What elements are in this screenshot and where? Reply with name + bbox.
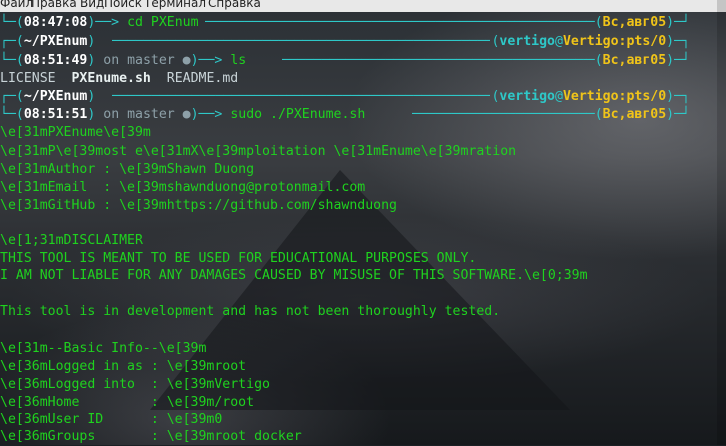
prompt-userhost-2: (vertigo@Vertigo:pts/0)─┐: [491, 34, 690, 49]
prompt-date: Вс,авг05: [602, 107, 667, 122]
prompt-userhost-3: (vertigo@Vertigo:pts/0)─┐: [491, 89, 690, 104]
ls-output: LICENSE PXEnume.sh README.md: [0, 69, 238, 88]
prompt-dir: ~/PXEnum: [23, 34, 88, 49]
prompt-time: 08:51:51: [23, 107, 88, 122]
output-line: \e[31m--Basic Info--\e[39m: [0, 341, 207, 356]
prompt-header-2: ┌─(~/PXEnum): [0, 34, 96, 49]
terminal-output-area[interactable]: └─(08:47:08)──> cd PXEnum ──────────────…: [0, 0, 726, 445]
prompt-fill: ────────────────────────────────────────…: [112, 34, 490, 49]
prompt-dir: ~/PXEnum: [23, 89, 88, 104]
git-branch-status: on master ●: [103, 107, 191, 122]
prompt-line-1: └─(08:47:08)──> cd PXEnum: [0, 15, 199, 30]
prompt-time: 08:51:49: [23, 53, 88, 68]
prompt-fill: ────────────────────────────────────────…: [205, 15, 587, 30]
prompt-command: cd PXEnum: [127, 15, 199, 30]
prompt-line-3: └─(08:51:51) on master ●)──> sudo ./PXEn…: [0, 107, 366, 122]
file-license: LICENSE: [0, 71, 56, 86]
prompt-header-3: ┌─(~/PXEnum): [0, 89, 96, 104]
output-line: \e[31mEmail : \e[39mshawnduong@protonmai…: [0, 180, 366, 195]
prompt-date-2: ─(Вс,авг05)─┘: [586, 53, 690, 68]
prompt-fill: ────────────────────────────────────────…: [112, 89, 490, 104]
output-line: \e[1;31mDISCLAIMER: [0, 233, 143, 248]
output-line: \e[31mP\e[39most e\e[31mX\e[39mploitatio…: [0, 144, 517, 159]
prompt-command: ls: [230, 53, 247, 68]
output-line: This tool is in development and has not …: [0, 304, 501, 319]
git-branch-status: on master ●: [103, 53, 191, 68]
prompt-line-2: └─(08:51:49) on master ●)──> ls: [0, 53, 247, 68]
terminal-scrollbar[interactable]: [717, 0, 726, 445]
output-line: \e[36mLogged into : \e[39mVertigo: [0, 377, 270, 392]
prompt-command: sudo ./PXEnume.sh: [230, 107, 366, 122]
prompt-time: 08:47:08: [23, 15, 88, 30]
prompt-fill: ──────────────────────────: [412, 107, 587, 122]
prompt-date: Вс,авг05: [602, 15, 667, 30]
output-line: \e[31mGitHub : \e[39mhttps://github.com/…: [0, 198, 397, 213]
prompt-fill: ────────────────────────────────────────…: [282, 53, 587, 68]
output-line: \e[31mAuthor : \e[39mShawn Duong: [0, 162, 255, 177]
output-line: \e[31mPXEnume\e[39m: [0, 125, 151, 140]
prompt-date-3: ─(Вс,авг05)─┘: [586, 107, 690, 122]
prompt-date-1: ─(Вс,авг05)─┘: [586, 15, 690, 30]
prompt-host: Vertigo:pts/0: [562, 34, 667, 49]
output-line: \e[36mGroups : \e[39mroot docker: [0, 429, 302, 444]
file-readme: README.md: [166, 71, 239, 86]
prompt-date: Вс,авг05: [602, 53, 667, 68]
file-script: PXEnume.sh: [71, 71, 151, 86]
prompt-user: vertigo: [499, 89, 555, 104]
output-line: \e[36mLogged in as : \e[39mroot: [0, 359, 247, 374]
output-line: I AM NOT LIABLE FOR ANY DAMAGES CAUSED B…: [0, 268, 588, 283]
prompt-host: Vertigo:pts/0: [562, 89, 667, 104]
prompt-user: vertigo: [499, 34, 555, 49]
